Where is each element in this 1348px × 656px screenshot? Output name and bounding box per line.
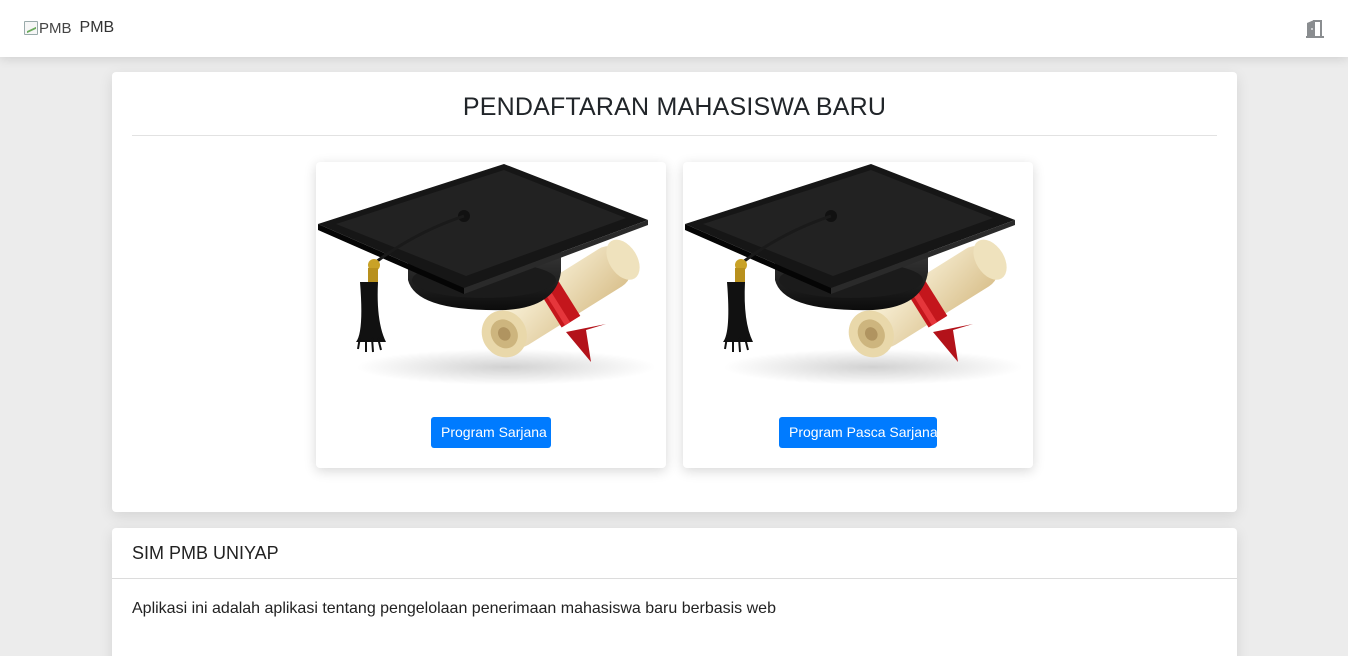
program-card-sarjana: Program Sarjana	[316, 162, 666, 468]
logout-button[interactable]	[1304, 18, 1326, 40]
door-exit-icon	[1306, 20, 1324, 38]
brand-name: PMB	[79, 19, 115, 36]
info-card-title: SIM PMB UNIYAP	[112, 528, 1237, 579]
info-card-description: Aplikasi ini adalah aplikasi tentang pen…	[132, 600, 776, 617]
broken-image-icon	[24, 21, 38, 35]
registration-card: PENDAFTARAN MAHASISWA BARU Program Sarja…	[112, 72, 1237, 512]
program-sarjana-button[interactable]: Program Sarjana	[431, 417, 551, 448]
page-title: PENDAFTARAN MAHASISWA BARU	[132, 92, 1217, 136]
brand-link[interactable]: PMB PMB	[24, 17, 114, 39]
top-navbar: PMB PMB	[0, 0, 1348, 57]
program-pasca-sarjana-button[interactable]: Program Pasca Sarjana	[779, 417, 938, 448]
brand-logo-alt-text: PMB	[39, 19, 72, 37]
graduation-cap-diploma-image	[318, 164, 656, 385]
graduation-cap-diploma-image	[685, 164, 1023, 385]
brand-logo: PMB	[24, 20, 72, 37]
info-card: SIM PMB UNIYAP Aplikasi ini adalah aplik…	[112, 528, 1237, 656]
program-card-pasca-sarjana: Program Pasca Sarjana	[683, 162, 1033, 468]
